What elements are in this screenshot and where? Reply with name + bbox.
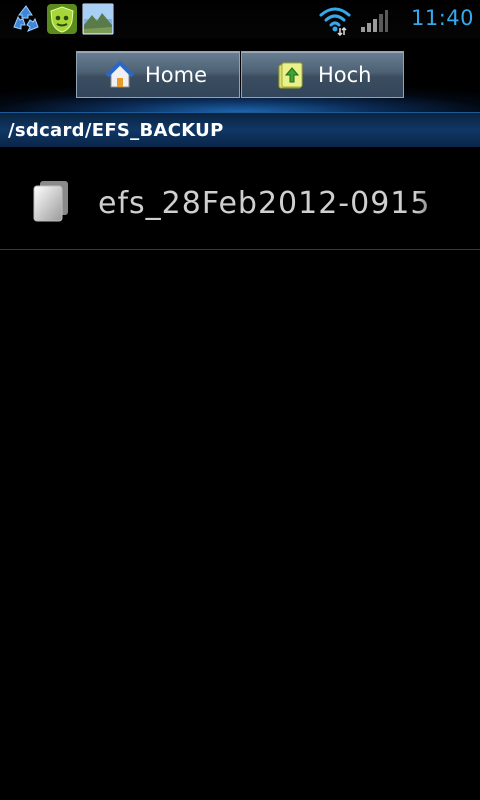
home-button-label: Home xyxy=(145,62,208,87)
folder-up-icon xyxy=(278,62,303,88)
home-button[interactable]: Home xyxy=(76,51,240,98)
wifi-icon xyxy=(319,7,351,36)
recycle-icon[interactable] xyxy=(10,3,42,35)
file-name: efs_28Feb2012-0915 xyxy=(98,186,431,221)
signal-icon xyxy=(361,10,388,32)
list-item[interactable]: efs_28Feb2012-0915 xyxy=(0,146,480,250)
path-bar: /sdcard/EFS_BACKUP xyxy=(0,112,480,147)
status-bar: 11:40 xyxy=(0,0,480,38)
toolbar: Home Hoch xyxy=(0,38,480,112)
current-path: /sdcard/EFS_BACKUP xyxy=(8,120,224,141)
home-icon xyxy=(105,60,135,87)
photo-icon[interactable] xyxy=(82,3,114,35)
clock: 11:40 xyxy=(410,6,474,30)
app-root: 11:40 Home Hoch /sdcard/EFS_BACKUP efs_2… xyxy=(0,0,480,800)
shield-icon[interactable] xyxy=(46,3,78,35)
file-icon xyxy=(33,181,68,222)
up-button-label: Hoch xyxy=(318,62,372,87)
up-button[interactable]: Hoch xyxy=(241,51,404,98)
file-list: efs_28Feb2012-0915 xyxy=(0,146,480,250)
